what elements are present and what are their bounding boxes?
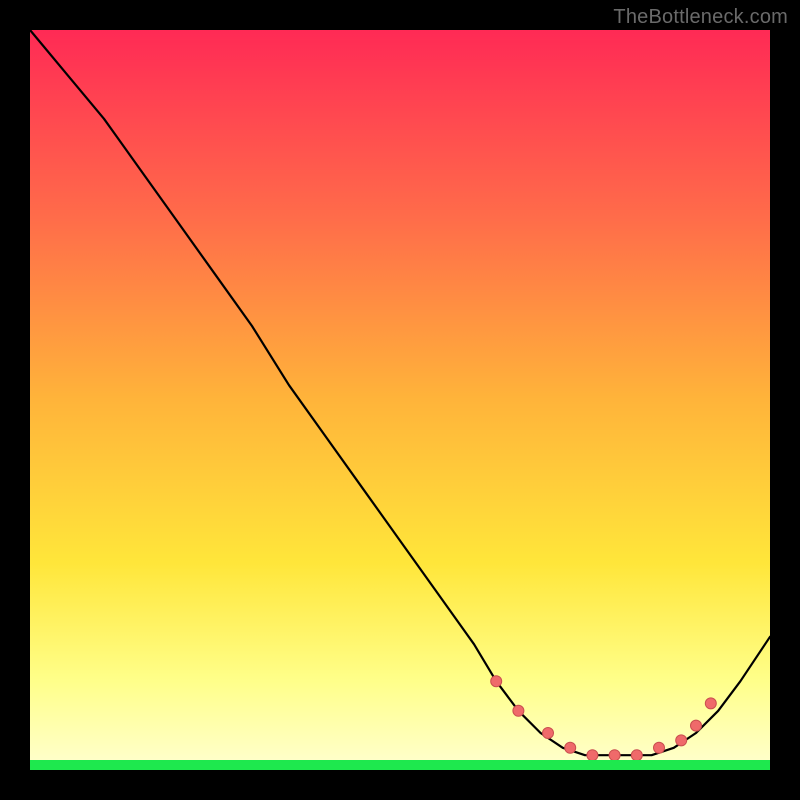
green-bottom-strip [30,760,770,770]
bottleneck-curve [30,30,770,755]
curve-marker [491,676,502,687]
chart-svg [30,30,770,770]
curve-marker [543,728,554,739]
curve-marker [705,698,716,709]
plot-area [30,30,770,770]
curve-marker [676,735,687,746]
chart-stage: TheBottleneck.com [0,0,800,800]
curve-marker [654,742,665,753]
watermark-text: TheBottleneck.com [613,6,788,29]
curve-marker [565,742,576,753]
curve-marker [513,705,524,716]
curve-marker [691,720,702,731]
